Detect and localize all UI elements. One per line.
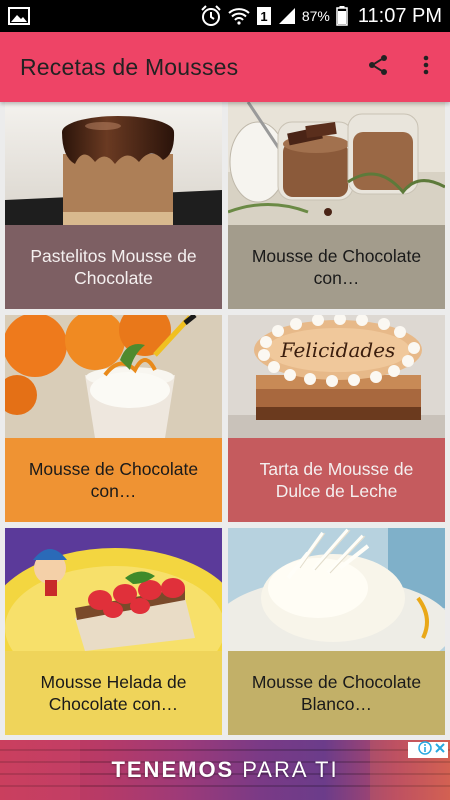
ad-light-text: PARA TI [242, 757, 339, 782]
recipe-title-text: Mousse Helada de Chocolate con… [40, 672, 187, 714]
recipe-image-frozen-mousse-strawberries [5, 528, 222, 651]
ad-close-icon[interactable] [434, 741, 446, 759]
recipe-title: Tarta de Mousse de Dulce de Leche [228, 438, 445, 522]
app-title: Recetas de Mousses [20, 53, 239, 80]
recipe-title: Mousse de Chocolate con… [5, 438, 222, 522]
clock: 11:07 PM [357, 4, 442, 27]
recipe-card[interactable]: Mousse de Chocolate Blanco… [228, 528, 445, 735]
recipe-card[interactable]: Mousse Helada de Chocolate con… [5, 528, 222, 735]
ad-info-icon[interactable] [418, 740, 432, 760]
recipe-title: Mousse de Chocolate con… [228, 225, 445, 309]
recipe-title: Mousse de Chocolate Blanco… [228, 651, 445, 735]
status-bar: 1 87% 11:07 PM [0, 0, 450, 32]
alarm-icon [200, 5, 222, 27]
overflow-menu-button[interactable] [402, 43, 450, 91]
recipe-card[interactable]: Felicidades Tarta de Mousse de Dulce de … [228, 315, 445, 522]
sim-icon: 1 [256, 6, 272, 26]
overflow-menu-icon [422, 53, 430, 82]
recipe-title: Pastelitos Mousse de Chocolate [5, 225, 222, 309]
recipe-title-text: Pastelitos Mousse de Chocolate [30, 246, 197, 288]
recipe-image-dulce-de-leche-cake: Felicidades [228, 315, 445, 438]
sim-badge: 1 [260, 9, 267, 24]
share-button[interactable] [354, 43, 402, 91]
cake-inscription: Felicidades [280, 338, 396, 362]
wifi-icon [228, 7, 250, 25]
image-icon [8, 7, 30, 25]
app-bar: Recetas de Mousses [0, 32, 450, 102]
recipe-card[interactable]: Pastelitos Mousse de Chocolate [5, 102, 222, 309]
battery-percent: 87% [301, 8, 330, 24]
recipe-title-text: Mousse de Chocolate Blanco… [251, 672, 422, 714]
ad-bold-text: TENEMOS [111, 757, 235, 782]
share-icon [366, 53, 390, 82]
ad-banner[interactable]: TENEMOS PARA TI [0, 740, 450, 800]
recipe-title-text: Tarta de Mousse de Dulce de Leche [259, 459, 414, 501]
recipe-title-text: Mousse de Chocolate con… [28, 459, 199, 501]
recipe-image-mousse-cups [228, 102, 445, 225]
recipe-title: Mousse Helada de Chocolate con… [5, 651, 222, 735]
signal-icon [278, 7, 296, 25]
ad-headline: TENEMOS PARA TI [0, 740, 450, 800]
recipe-card[interactable]: Mousse de Chocolate con… [228, 102, 445, 309]
recipe-grid: Pastelitos Mousse de Chocolate Mousse de… [5, 102, 445, 735]
recipe-card[interactable]: Mousse de Chocolate con… [5, 315, 222, 522]
battery-icon [336, 6, 348, 26]
ad-choices[interactable] [408, 740, 448, 760]
recipe-image-orange-mousse-glass [5, 315, 222, 438]
recipe-title-text: Mousse de Chocolate con… [251, 246, 422, 288]
recipe-image-white-chocolate-mousse [228, 528, 445, 651]
recipe-image-chocolate-mousse-cake [5, 102, 222, 225]
